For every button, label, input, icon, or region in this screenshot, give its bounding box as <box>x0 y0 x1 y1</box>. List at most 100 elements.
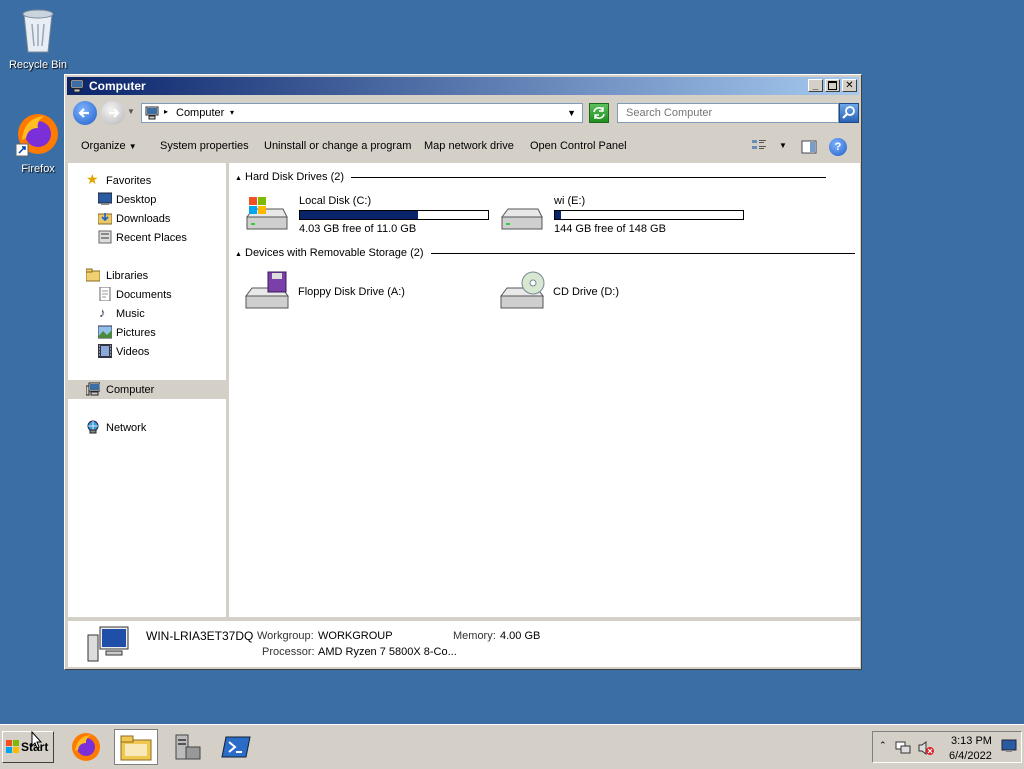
command-bar: Organize ▼ System properties Uninstall o… <box>67 131 859 163</box>
search-button[interactable] <box>839 103 859 123</box>
close-icon: ✕ <box>845 80 854 91</box>
cd-drive-icon <box>500 271 545 309</box>
nav-item-desktop[interactable]: Desktop <box>68 190 226 209</box>
back-button[interactable] <box>73 101 97 125</box>
content-pane: ▲ Hard Disk Drives (2) Local Disk (C:) 4… <box>229 163 860 617</box>
show-desktop-icon[interactable] <box>1001 739 1017 753</box>
nav-item-music[interactable]: ♪ Music <box>68 304 226 323</box>
system-properties-button[interactable]: System properties <box>160 140 249 152</box>
libraries-icon <box>86 268 100 282</box>
computer-icon <box>86 382 100 396</box>
workgroup-label: Workgroup: <box>257 630 314 642</box>
drive-floppy-disk-drive[interactable] <box>243 345 493 389</box>
group-header-removable-storage[interactable]: ▲ Devices with Removable Storage (2) <box>235 247 855 259</box>
breadcrumb-arrow-icon[interactable]: ▾ <box>230 108 234 117</box>
recent-pages-chevron-icon[interactable]: ▼ <box>127 107 135 116</box>
star-icon: ★ <box>86 171 99 187</box>
drive-name: wi (E:) <box>554 195 586 207</box>
clock-time[interactable]: 3:13 PM <box>951 735 992 747</box>
chevron-down-icon: ▼ <box>779 141 787 150</box>
mouse-cursor-icon <box>31 731 43 749</box>
drive-name: Floppy Disk Drive (A:) <box>298 286 405 298</box>
breadcrumb-computer[interactable]: Computer <box>176 107 224 119</box>
nav-item-favorites[interactable]: ★ Favorites <box>68 171 226 190</box>
search-input[interactable] <box>624 106 818 120</box>
drive-name: Local Disk (C:) <box>299 195 372 207</box>
taskbar-firefox[interactable] <box>68 729 104 765</box>
memory-label: Memory: <box>453 630 496 642</box>
navigation-pane: ★ Favorites Desktop Downloads Recent Pla… <box>68 163 229 617</box>
nav-item-computer[interactable]: Computer <box>68 380 226 399</box>
drive-wi-e[interactable]: wi (E:) 144 GB free of 148 GB <box>498 195 748 235</box>
taskbar-powershell[interactable] <box>218 729 254 765</box>
music-icon: ♪ <box>99 305 106 320</box>
videos-icon <box>98 344 112 358</box>
group-divider <box>351 176 827 178</box>
help-button[interactable]: ? <box>829 138 847 156</box>
preview-pane-button[interactable] <box>801 139 817 155</box>
network-status-icon[interactable] <box>895 741 911 755</box>
chevron-down-icon: ▼ <box>128 142 137 151</box>
organize-button[interactable]: Organize ▼ <box>81 140 137 152</box>
nav-item-downloads[interactable]: Downloads <box>68 209 226 228</box>
map-network-drive-button[interactable]: Map network drive <box>424 140 514 152</box>
clock-date[interactable]: 6/4/2022 <box>949 750 992 762</box>
show-hidden-icons-icon[interactable]: ⌃ <box>879 740 887 751</box>
minimize-icon: _ <box>812 80 819 91</box>
desktop-icon-recycle-bin[interactable]: Recycle Bin <box>2 6 74 71</box>
group-header-hard-disk-drives[interactable]: ▲ Hard Disk Drives (2) <box>235 171 827 183</box>
nav-item-label: Downloads <box>116 213 171 225</box>
group-title: Devices with Removable Storage (2) <box>245 247 424 259</box>
nav-item-label: Libraries <box>106 270 149 282</box>
help-icon: ? <box>834 141 842 153</box>
desktop-icon <box>98 192 112 205</box>
nav-item-network[interactable]: Network <box>68 418 226 437</box>
hard-drive-windows-icon <box>246 197 288 230</box>
nav-item-label: Desktop <box>116 194 157 206</box>
uninstall-program-button[interactable]: Uninstall or change a program <box>264 140 411 152</box>
forward-button[interactable] <box>101 101 125 125</box>
desktop-icon-label: Recycle Bin <box>8 59 68 71</box>
collapse-icon: ▲ <box>235 251 242 258</box>
open-control-panel-button[interactable]: Open Control Panel <box>530 140 627 152</box>
change-view-button[interactable]: ▼ <box>751 139 791 155</box>
address-dropdown-icon[interactable]: ▼ <box>567 108 576 118</box>
hard-drive-icon <box>501 208 543 230</box>
explorer-window: Computer _ ✕ ▼ ▸ Computer ▾ ▼ Search Com… <box>64 74 862 670</box>
powershell-icon <box>221 736 251 758</box>
breadcrumb-arrow-icon[interactable]: ▸ <box>164 107 168 116</box>
nav-item-videos[interactable]: Videos <box>68 342 226 361</box>
drive-local-disk-c[interactable]: Local Disk (C:) 4.03 GB free of 11.0 GB <box>243 195 493 235</box>
drive-cd-d-item[interactable]: CD Drive (D:) <box>497 270 747 314</box>
title-bar[interactable]: Computer _ ✕ <box>67 77 859 95</box>
processor-label: Processor: <box>262 646 315 658</box>
nav-item-recent-places[interactable]: Recent Places <box>68 228 226 247</box>
volume-muted-icon[interactable] <box>917 740 935 756</box>
minimize-button[interactable]: _ <box>808 79 823 92</box>
server-manager-icon <box>175 734 201 760</box>
organize-label: Organize <box>81 140 126 152</box>
address-bar[interactable]: ▸ Computer ▾ ▼ <box>141 103 583 123</box>
memory-value: 4.00 GB <box>500 630 541 642</box>
taskbar-server-manager[interactable] <box>168 729 204 765</box>
nav-item-pictures[interactable]: Pictures <box>68 323 226 342</box>
drive-usage-bar <box>299 210 489 220</box>
collapse-icon: ▲ <box>235 175 242 182</box>
maximize-button[interactable] <box>825 79 840 92</box>
windows-logo-icon <box>6 740 19 753</box>
computer-name: WIN-LRIA3ET37DQ <box>146 629 254 643</box>
firefox-icon <box>72 733 100 761</box>
close-button[interactable]: ✕ <box>842 79 857 92</box>
folder-icon <box>120 735 152 761</box>
refresh-button[interactable] <box>589 103 609 123</box>
search-box[interactable] <box>617 103 839 123</box>
drive-usage-bar <box>554 210 744 220</box>
nav-item-label: Pictures <box>116 327 156 339</box>
drive-floppy-a-item[interactable]: Floppy Disk Drive (A:) <box>242 270 492 314</box>
start-button[interactable]: Start <box>2 731 54 763</box>
nav-item-libraries[interactable]: Libraries <box>68 266 226 285</box>
maximize-icon <box>828 81 837 90</box>
taskbar-explorer[interactable] <box>114 729 158 765</box>
nav-item-documents[interactable]: Documents <box>68 285 226 304</box>
nav-item-label: Computer <box>106 384 155 396</box>
